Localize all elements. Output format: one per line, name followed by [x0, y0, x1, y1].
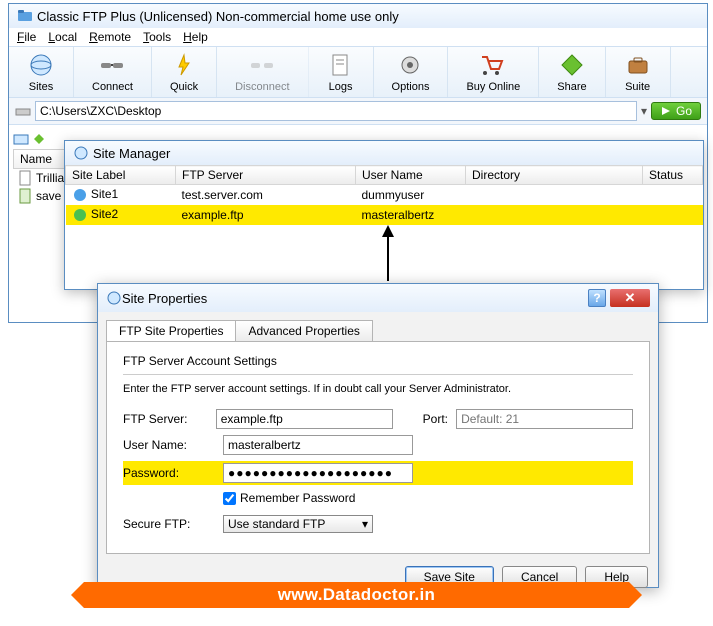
col-ftp-server[interactable]: FTP Server — [176, 166, 356, 185]
titlebar: Classic FTP Plus (Unlicensed) Non-commer… — [9, 4, 707, 28]
label-server: FTP Server: — [123, 412, 216, 426]
nav-icon[interactable] — [31, 131, 47, 147]
toolbar: Sites Connect Quick Disconnect Logs Opti… — [9, 46, 707, 98]
folder-tree-icon[interactable] — [13, 131, 29, 147]
password-input[interactable] — [223, 463, 413, 483]
logs-icon — [327, 51, 355, 79]
remember-checkbox[interactable] — [223, 492, 236, 505]
label-user: User Name: — [123, 438, 223, 452]
connect-icon — [98, 51, 126, 79]
section-desc: Enter the FTP server account settings. I… — [123, 383, 633, 395]
help-icon[interactable]: ? — [588, 289, 606, 307]
site-manager-icon — [73, 145, 89, 161]
tb-connect[interactable]: Connect — [74, 47, 152, 97]
suite-icon — [624, 51, 652, 79]
label-secure: Secure FTP: — [123, 517, 223, 531]
col-directory[interactable]: Directory — [466, 166, 643, 185]
menu-local[interactable]: Local — [48, 30, 77, 44]
site-properties-dialog: Site Properties ? ✕ FTP Site Properties … — [97, 283, 659, 588]
tb-logs[interactable]: Logs — [309, 47, 374, 97]
address-input[interactable] — [35, 101, 637, 121]
label-port: Port: — [423, 412, 456, 426]
secure-select[interactable]: Use standard FTP ▾ — [223, 515, 373, 533]
section-title: FTP Server Account Settings — [123, 354, 633, 368]
sites-icon — [27, 51, 55, 79]
tb-quick[interactable]: Quick — [152, 47, 217, 97]
divider — [123, 374, 633, 375]
props-titlebar: Site Properties ? ✕ — [98, 284, 658, 312]
globe-icon — [72, 187, 88, 203]
server-input[interactable] — [216, 409, 393, 429]
close-icon[interactable]: ✕ — [610, 289, 650, 307]
tb-buyonline[interactable]: Buy Online — [448, 47, 539, 97]
footer-banner: www.Datadoctor.in — [84, 582, 629, 608]
window-title: Classic FTP Plus (Unlicensed) Non-commer… — [37, 9, 399, 24]
label-password: Password: — [123, 466, 223, 480]
chevron-down-icon: ▾ — [362, 517, 368, 531]
menu-help[interactable]: Help — [183, 30, 208, 44]
tb-sites[interactable]: Sites — [9, 47, 74, 97]
tab-ftp-properties[interactable]: FTP Site Properties — [106, 320, 236, 341]
label-remember: Remember Password — [240, 491, 355, 505]
site-props-icon — [106, 290, 122, 306]
go-arrow-icon — [660, 105, 672, 117]
tb-share[interactable]: Share — [539, 47, 605, 97]
disconnect-icon — [248, 51, 276, 79]
app-icon — [17, 8, 33, 24]
tabs: FTP Site Properties Advanced Properties — [106, 320, 650, 341]
table-row[interactable]: Site1 test.server.com dummyuser — [66, 185, 703, 206]
tb-disconnect: Disconnect — [217, 47, 308, 97]
col-user-name[interactable]: User Name — [356, 166, 466, 185]
go-button[interactable]: Go — [651, 102, 701, 120]
tb-options[interactable]: Options — [374, 47, 449, 97]
annotation-arrow — [378, 225, 398, 285]
menu-tools[interactable]: Tools — [143, 30, 171, 44]
address-bar: ▾ Go — [9, 98, 707, 125]
tb-suite[interactable]: Suite — [606, 47, 671, 97]
tab-advanced-properties[interactable]: Advanced Properties — [235, 320, 372, 341]
col-site-label[interactable]: Site Label — [66, 166, 176, 185]
col-status[interactable]: Status — [643, 166, 703, 185]
share-icon — [558, 51, 586, 79]
user-input[interactable] — [223, 435, 413, 455]
port-input[interactable] — [456, 409, 633, 429]
quick-icon — [170, 51, 198, 79]
site-table: Site Label FTP Server User Name Director… — [65, 165, 703, 225]
menu-remote[interactable]: Remote — [89, 30, 131, 44]
file-icon — [17, 188, 33, 204]
table-row-selected[interactable]: Site2 example.ftp masteralbertz — [66, 205, 703, 225]
menubar: File Local Remote Tools Help — [9, 28, 707, 46]
globe-icon — [72, 207, 88, 223]
site-manager-title: Site Manager — [65, 141, 703, 165]
buyonline-icon — [479, 51, 507, 79]
file-icon — [17, 170, 33, 186]
options-icon — [396, 51, 424, 79]
tab-panel: FTP Server Account Settings Enter the FT… — [106, 341, 650, 554]
drive-icon — [15, 103, 31, 119]
menu-file[interactable]: File — [17, 30, 36, 44]
